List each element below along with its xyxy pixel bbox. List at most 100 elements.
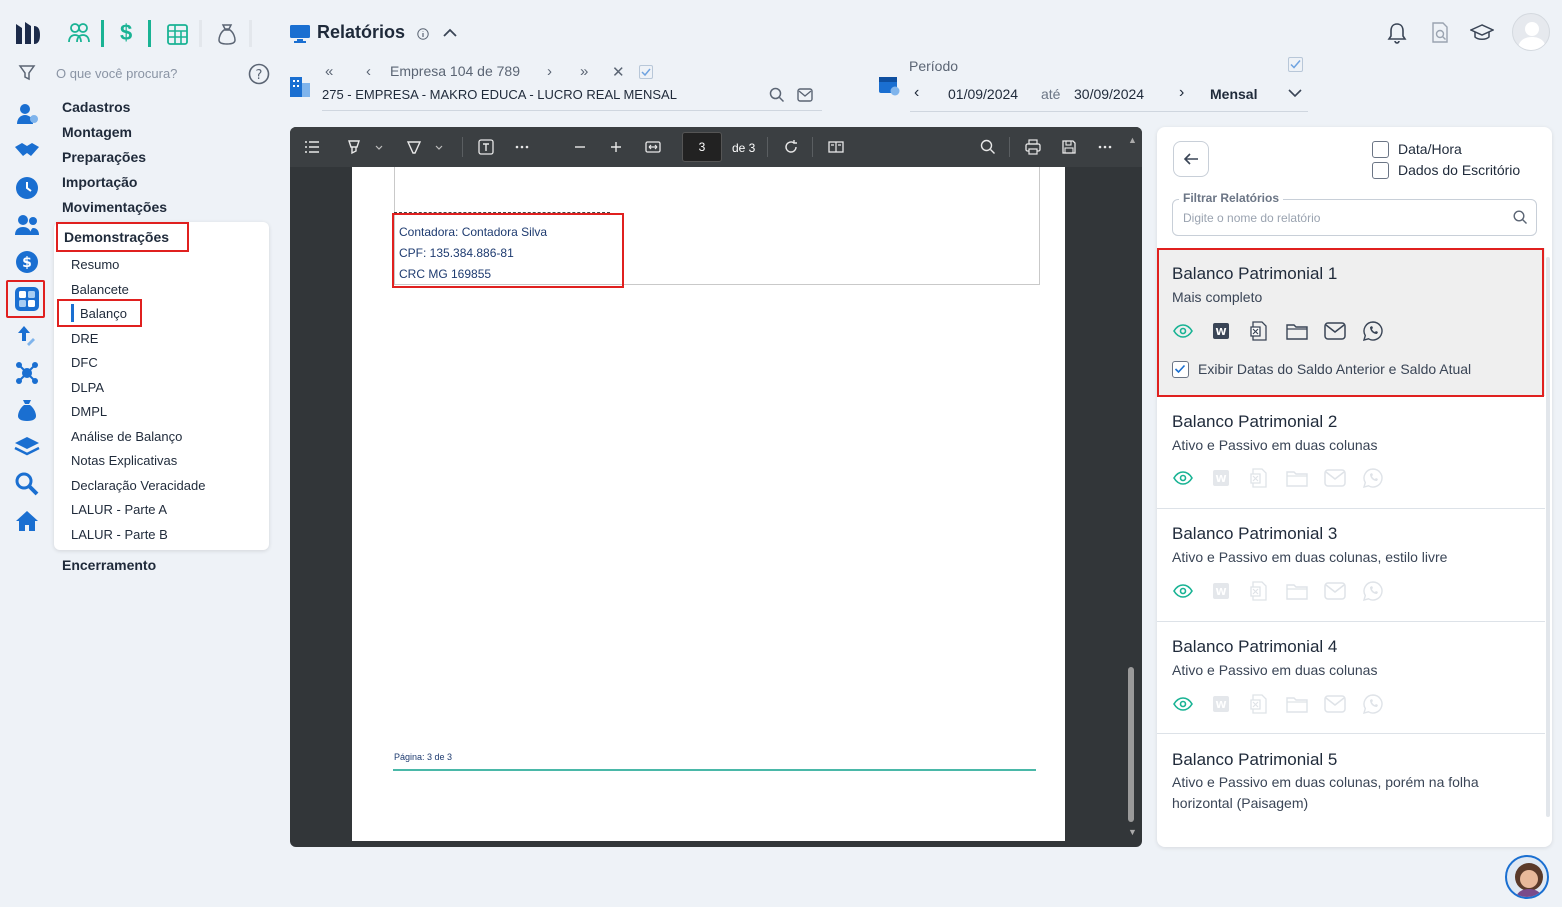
text-tool-icon[interactable] <box>478 139 494 155</box>
next-period-button[interactable]: › <box>1179 84 1184 102</box>
whatsapp-icon[interactable] <box>1362 580 1384 602</box>
folder-icon[interactable] <box>1286 693 1308 715</box>
mail-icon[interactable] <box>1324 693 1346 715</box>
layers-icon[interactable] <box>14 434 40 460</box>
money-bag-rail-icon[interactable] <box>14 397 40 423</box>
zoom-in-icon[interactable] <box>608 139 624 155</box>
period-start[interactable]: 01/09/2024 <box>948 86 1018 102</box>
menu-movimentacoes[interactable]: Movimentações <box>62 199 167 215</box>
excel-icon[interactable] <box>1248 467 1270 489</box>
excel-icon[interactable] <box>1248 580 1270 602</box>
submenu-analise-balanco[interactable]: Análise de Balanço <box>71 429 182 444</box>
next-company-button[interactable]: › <box>547 63 552 80</box>
prev-period-button[interactable]: ‹ <box>914 84 919 102</box>
submenu-dmpl[interactable]: DMPL <box>71 404 107 419</box>
page-number-input[interactable]: 3 <box>682 132 722 162</box>
export-icon[interactable] <box>14 323 40 349</box>
two-page-icon[interactable] <box>828 139 844 155</box>
outline-icon[interactable] <box>304 139 320 155</box>
help-icon[interactable]: ? <box>248 63 270 85</box>
period-checkbox[interactable] <box>1288 57 1303 72</box>
last-company-button[interactable]: » <box>580 63 588 80</box>
whatsapp-icon[interactable] <box>1362 693 1384 715</box>
company-name[interactable]: 275 - EMPRESA - MAKRO EDUCA - LUCRO REAL… <box>322 87 677 102</box>
dollar-tab-icon[interactable]: $ <box>120 20 132 46</box>
search-company-icon[interactable] <box>769 87 785 103</box>
zoom-out-icon[interactable] <box>572 139 588 155</box>
print-icon[interactable] <box>1025 139 1041 155</box>
submenu-dlpa[interactable]: DLPA <box>71 380 104 395</box>
period-end[interactable]: 30/09/2024 <box>1074 86 1144 102</box>
clock-icon[interactable] <box>14 175 40 201</box>
network-icon[interactable] <box>14 360 40 386</box>
money-bag-tab-icon[interactable] <box>218 23 236 45</box>
submenu-lalur-a[interactable]: LALUR - Parte A <box>71 502 167 517</box>
mail-icon[interactable] <box>1324 580 1346 602</box>
excel-icon[interactable] <box>1248 693 1270 715</box>
submenu-declaracao-veracidade[interactable]: Declaração Veracidade <box>71 478 205 493</box>
chevron-down-icon[interactable] <box>374 139 384 155</box>
eye-icon[interactable] <box>1172 693 1194 715</box>
pdf-scrollbar[interactable] <box>1128 667 1134 822</box>
prev-company-button[interactable]: ‹ <box>366 63 371 80</box>
table-tab-icon[interactable] <box>167 24 188 45</box>
period-mode-select[interactable]: Mensal <box>1210 86 1257 102</box>
search-icon[interactable] <box>1513 210 1528 225</box>
handshake-icon[interactable] <box>14 138 40 164</box>
bell-icon[interactable] <box>1387 22 1407 44</box>
fit-width-icon[interactable] <box>645 139 661 155</box>
scroll-up-arrow[interactable]: ▲ <box>1128 135 1137 145</box>
dollar-coin-icon[interactable]: $ <box>14 249 40 275</box>
info-icon[interactable] <box>417 28 429 40</box>
menu-montagem[interactable]: Montagem <box>62 124 132 140</box>
company-checkbox[interactable] <box>639 65 653 79</box>
office-data-checkbox[interactable] <box>1372 162 1389 179</box>
more-vertical-icon[interactable] <box>1097 139 1113 155</box>
mail-icon[interactable] <box>1324 467 1346 489</box>
clear-company-button[interactable]: ✕ <box>612 63 625 81</box>
people-tab-icon[interactable] <box>68 22 90 44</box>
chevron-down-icon[interactable] <box>1287 88 1303 98</box>
eye-icon[interactable] <box>1172 580 1194 602</box>
user-settings-icon[interactable] <box>14 101 40 127</box>
draw-icon[interactable] <box>406 139 422 155</box>
first-company-button[interactable]: « <box>325 63 333 80</box>
report-card[interactable]: Balanco Patrimonial 5 Ativo e Passivo em… <box>1157 734 1545 847</box>
search-pdf-icon[interactable] <box>980 139 996 155</box>
menu-importacao[interactable]: Importação <box>62 174 137 190</box>
chevron-down-icon[interactable] <box>434 139 444 155</box>
submenu-dfc[interactable]: DFC <box>71 355 98 370</box>
submenu-notas-explicativas[interactable]: Notas Explicativas <box>71 453 177 468</box>
home-icon[interactable] <box>14 508 40 534</box>
mail-company-icon[interactable] <box>797 88 813 102</box>
app-logo[interactable] <box>14 20 42 46</box>
menu-preparacoes[interactable]: Preparações <box>62 149 146 165</box>
word-icon[interactable]: W <box>1210 693 1232 715</box>
report-card[interactable]: Balanco Patrimonial 2 Ativo e Passivo em… <box>1157 397 1545 509</box>
rotate-icon[interactable] <box>783 139 799 155</box>
back-button[interactable] <box>1173 141 1209 177</box>
panel-scrollbar[interactable] <box>1546 257 1550 817</box>
report-card[interactable]: Balanco Patrimonial 3 Ativo e Passivo em… <box>1157 509 1545 622</box>
datetime-checkbox[interactable] <box>1372 141 1389 158</box>
search-rail-icon[interactable] <box>14 471 40 497</box>
avatar[interactable] <box>1512 13 1550 51</box>
search-input[interactable]: O que você procura? <box>56 66 177 81</box>
word-icon[interactable]: W <box>1210 467 1232 489</box>
submenu-dre[interactable]: DRE <box>71 331 98 346</box>
report-card[interactable]: Balanco Patrimonial 4 Ativo e Passivo em… <box>1157 622 1545 734</box>
graduation-cap-icon[interactable] <box>1470 24 1494 42</box>
calendar-icon[interactable] <box>878 74 900 96</box>
document-search-icon[interactable] <box>1430 22 1450 44</box>
eye-icon[interactable] <box>1172 467 1194 489</box>
submenu-lalur-b[interactable]: LALUR - Parte B <box>71 527 168 542</box>
folder-icon[interactable] <box>1286 580 1308 602</box>
calculator-icon[interactable] <box>14 286 40 312</box>
folder-icon[interactable] <box>1286 467 1308 489</box>
save-icon[interactable] <box>1061 139 1077 155</box>
word-icon[interactable]: W <box>1210 580 1232 602</box>
whatsapp-icon[interactable] <box>1362 467 1384 489</box>
menu-cadastros[interactable]: Cadastros <box>62 99 130 115</box>
scroll-down-arrow[interactable]: ▼ <box>1128 827 1137 837</box>
users-icon[interactable] <box>14 212 40 238</box>
